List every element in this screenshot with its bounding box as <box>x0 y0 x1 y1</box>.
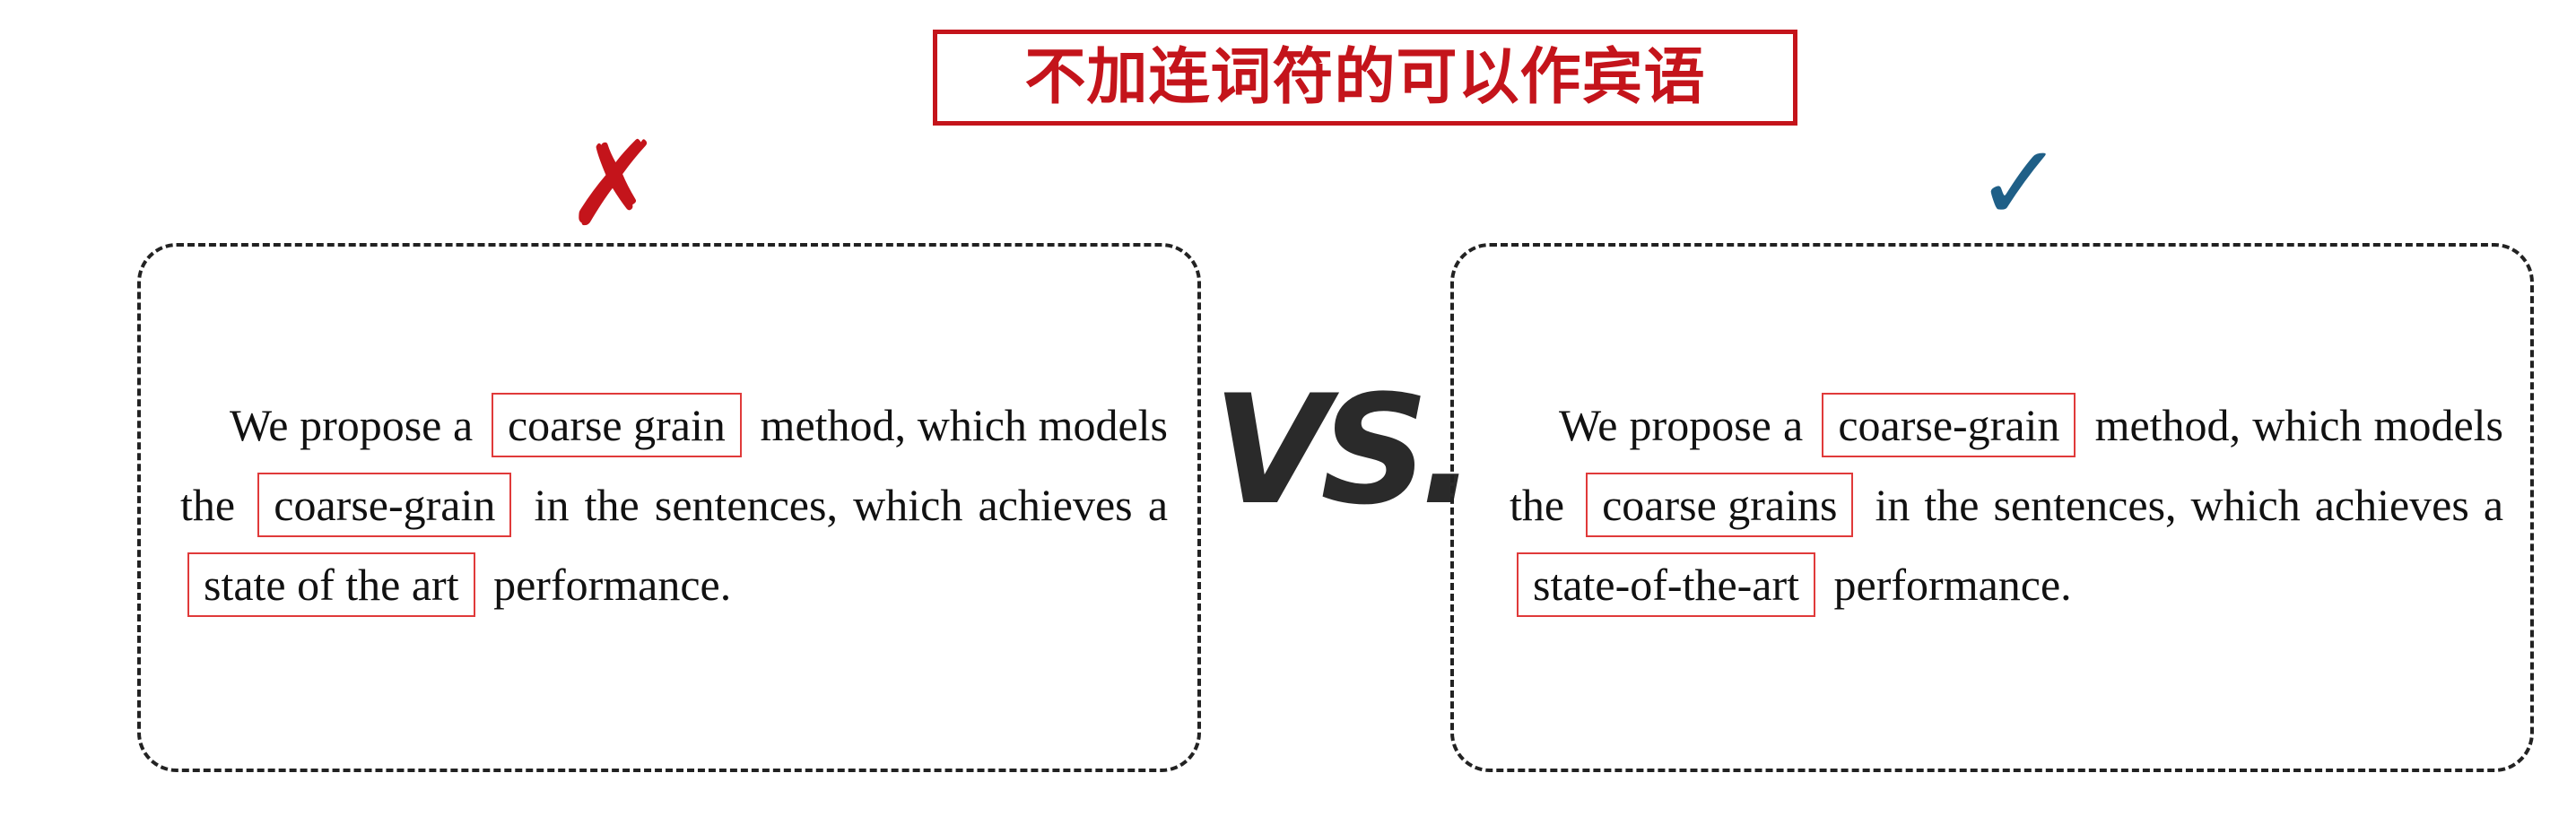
correct-highlight-3: state-of-the-art <box>1517 552 1816 617</box>
wrong-highlight-3: state of the art <box>187 552 475 617</box>
correct-text-3: in the sentences, which achieves a <box>1875 479 2504 530</box>
correct-text-1: We propose a <box>1559 399 1804 450</box>
wrong-example-panel: We propose a coarse grain method, which … <box>137 243 1201 772</box>
wrong-text-1: We propose a <box>230 399 474 450</box>
correct-text-4: performance. <box>1833 559 2072 610</box>
wrong-text-4: performance. <box>493 559 732 610</box>
correct-highlight-1: coarse-grain <box>1822 392 2076 457</box>
wrong-example-text: We propose a coarse grain method, which … <box>141 386 1197 625</box>
correct-example-panel: We propose a coarse-grain method, which … <box>1450 243 2534 772</box>
correct-example-text: We propose a coarse-grain method, which … <box>1454 386 2530 625</box>
title-text: 不加连词符的可以作宾语 <box>1024 41 1706 113</box>
title-box: 不加连词符的可以作宾语 <box>933 30 1797 126</box>
wrong-text-3: in the sentences, which achieves a <box>534 479 1169 530</box>
wrong-mark-icon: ✗ <box>565 116 663 252</box>
wrong-highlight-1: coarse grain <box>491 392 742 457</box>
vs-label: VS. <box>1213 362 1477 538</box>
correct-highlight-2: coarse grains <box>1586 472 1854 537</box>
wrong-highlight-2: coarse-grain <box>257 472 512 537</box>
check-mark-icon: ✓ <box>1975 121 2064 245</box>
